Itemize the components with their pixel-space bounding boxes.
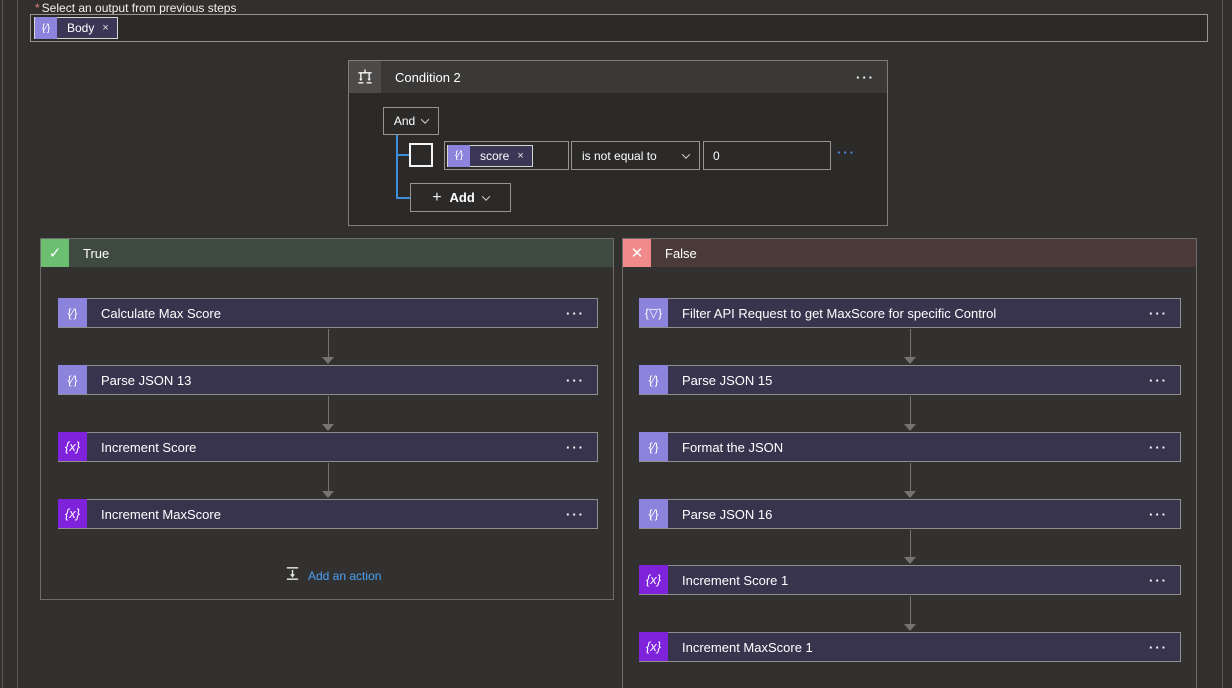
condition-menu-button[interactable]: ··· [856,70,875,85]
condition-row-checkbox[interactable] [409,143,433,167]
data-operation-icon: {⁄} [58,365,87,394]
connector-arrow [904,596,916,631]
action-title: Format the JSON [682,439,784,455]
condition-value-input[interactable] [703,141,831,170]
condition-title: Condition 2 [395,69,461,85]
score-token-chip[interactable]: {⁄} score × [447,144,533,167]
action-card[interactable]: {▽} Filter API Request to get MaxScore f… [639,298,1181,328]
data-operation-icon: {⁄} [35,17,57,39]
variable-icon: {x} [58,432,87,461]
action-title: Increment MaxScore [101,506,221,522]
variable-icon: {x} [639,565,668,594]
condition-add-button[interactable]: + Add [410,183,511,212]
check-icon: ✓ [41,239,69,267]
connector-arrow [322,329,334,364]
action-menu-button[interactable]: ··· [1149,573,1168,588]
data-operation-icon: {⁄} [639,499,668,528]
variable-icon: {x} [58,499,87,528]
required-marker: * [35,1,40,15]
action-title: Parse JSON 13 [101,372,192,388]
chevron-down-icon [681,149,691,159]
connector-arrow [904,530,916,564]
scope-rail-left-inner [17,0,18,688]
add-an-action-link[interactable]: Add an action [284,565,381,587]
action-menu-button[interactable]: ··· [1149,373,1168,388]
true-branch-label: True [83,245,110,261]
action-title: Calculate Max Score [101,305,221,321]
token-label: Body [67,21,95,35]
action-menu-button[interactable]: ··· [566,373,585,388]
action-card[interactable]: {x} Increment MaxScore 1 ··· [639,632,1181,662]
true-branch-container: ✓ True {⁄} Calculate Max Score ··· {⁄} P… [40,238,614,600]
condition-operand-field[interactable]: {⁄} score × [444,141,569,170]
plus-icon: + [432,188,442,206]
action-card[interactable]: {x} Increment Score 1 ··· [639,565,1181,595]
action-menu-button[interactable]: ··· [566,507,585,522]
data-operation-icon: {⁄} [639,432,668,461]
action-title: Increment Score [101,439,197,455]
output-picker-label: * Select an output from previous steps [35,1,237,15]
cross-icon: ✕ [623,239,651,267]
action-card[interactable]: {x} Increment Score ··· [58,432,598,462]
filter-icon: {▽} [639,298,668,327]
action-title: Increment Score 1 [682,572,789,588]
action-title: Filter API Request to get MaxScore for s… [682,305,997,321]
data-operation-icon: {⁄} [58,298,87,327]
join-operator-dropdown[interactable]: And [383,107,439,135]
scope-rail-left-outer [2,0,3,688]
remove-token-icon[interactable]: × [100,22,116,34]
condition-tree-branch-2 [396,197,410,199]
action-card[interactable]: {⁄} Parse JSON 16 ··· [639,499,1181,529]
action-title: Increment MaxScore 1 [682,639,813,655]
add-button-label: Add [449,190,475,205]
chevron-down-icon [481,191,491,201]
output-picker-input[interactable]: {⁄} Body × [30,14,1208,42]
token-label: score [480,148,510,163]
join-operator-value: And [393,114,416,128]
chevron-down-icon [420,115,430,124]
false-branch-container: ✕ False {▽} Filter API Request to get Ma… [622,238,1197,688]
true-branch-header[interactable]: ✓ True [41,239,613,267]
condition-header[interactable]: Condition 2 ··· [349,61,887,93]
operator-value: is not equal to [582,148,657,163]
action-menu-button[interactable]: ··· [1149,640,1168,655]
condition-row-menu-button[interactable]: ··· [837,145,856,160]
condition-tree-line [396,135,398,198]
condition-operator-dropdown[interactable]: is not equal to [571,141,700,170]
condition-tree-branch-1 [396,154,409,156]
action-menu-button[interactable]: ··· [1149,507,1168,522]
data-operation-icon: {⁄} [639,365,668,394]
false-branch-header[interactable]: ✕ False [623,239,1196,267]
action-card[interactable]: {⁄} Format the JSON ··· [639,432,1181,462]
false-branch-label: False [665,245,697,261]
action-menu-button[interactable]: ··· [1149,306,1168,321]
connector-arrow [904,329,916,364]
action-card[interactable]: {⁄} Parse JSON 15 ··· [639,365,1181,395]
condition-icon [349,61,381,93]
action-menu-button[interactable]: ··· [566,306,585,321]
action-card[interactable]: {⁄} Parse JSON 13 ··· [58,365,598,395]
action-title: Parse JSON 15 [682,372,773,388]
action-card[interactable]: {x} Increment MaxScore ··· [58,499,598,529]
action-title: Parse JSON 16 [682,506,773,522]
body-token-chip[interactable]: {⁄} Body × [34,17,118,39]
action-menu-button[interactable]: ··· [1149,440,1168,455]
condition-card: Condition 2 ··· And {⁄} score × is not e… [348,60,888,226]
connector-arrow [904,463,916,498]
connector-arrow [322,463,334,498]
action-menu-button[interactable]: ··· [566,440,585,455]
connector-arrow [904,396,916,431]
variable-icon: {x} [639,632,668,661]
remove-token-icon[interactable]: × [515,150,531,162]
connector-arrow [322,396,334,431]
scope-rail-right [1222,0,1223,688]
add-an-action-label: Add an action [308,569,382,583]
action-card[interactable]: {⁄} Calculate Max Score ··· [58,298,598,328]
insert-action-icon [284,565,301,587]
data-operation-icon: {⁄} [448,144,470,167]
